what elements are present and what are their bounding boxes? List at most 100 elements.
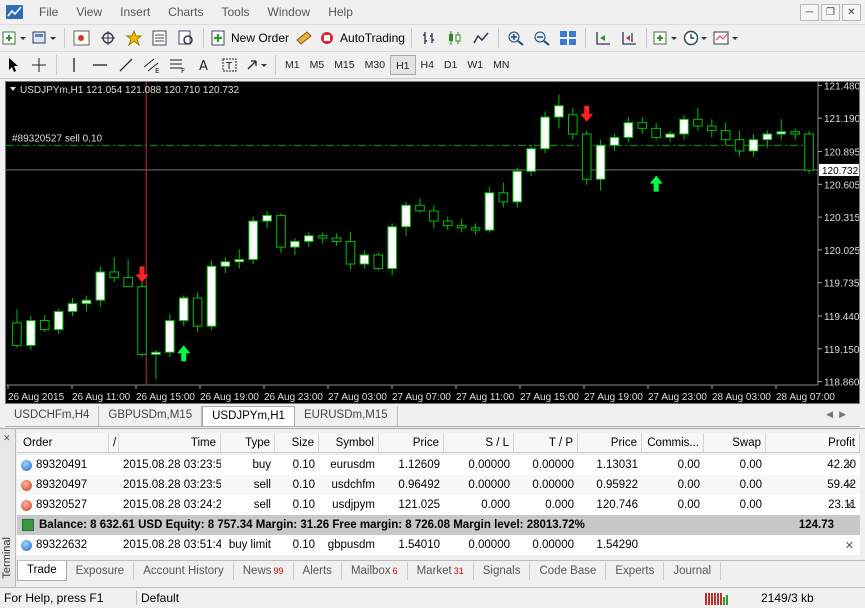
- menu-file[interactable]: File: [30, 5, 67, 19]
- column-header-swap[interactable]: Swap: [704, 432, 766, 453]
- terminal-close-icon[interactable]: ✕: [3, 433, 11, 444]
- minimize-icon[interactable]: ─: [800, 4, 819, 21]
- market-watch-icon[interactable]: [71, 27, 93, 49]
- candle-body[interactable]: [568, 114, 578, 135]
- candle-body[interactable]: [790, 131, 800, 135]
- column-header-time[interactable]: Time: [119, 432, 221, 453]
- candle-body[interactable]: [415, 204, 425, 212]
- candle-body[interactable]: [651, 127, 661, 138]
- timeframe-mn[interactable]: MN: [488, 55, 514, 75]
- candle-body[interactable]: [53, 311, 64, 331]
- close-icon[interactable]: ✕: [842, 4, 861, 21]
- candle-body[interactable]: [345, 240, 356, 265]
- indicators-icon[interactable]: [653, 27, 679, 49]
- tab-signals[interactable]: Signals: [474, 562, 531, 580]
- close-order-icon[interactable]: ✕: [845, 499, 854, 512]
- vertical-line-icon[interactable]: [63, 54, 85, 76]
- candle-body[interactable]: [234, 259, 245, 263]
- tile-windows-icon[interactable]: [557, 27, 579, 49]
- candle-body[interactable]: [442, 220, 453, 227]
- candle-body[interactable]: [540, 116, 550, 150]
- timeframe-h4[interactable]: H4: [416, 55, 439, 75]
- table-row[interactable]: 89320491 2015.08.28 03:23:52 buy 0.10 eurusd…: [17, 455, 860, 475]
- column-header-tp[interactable]: T / P: [514, 432, 578, 453]
- candle-body[interactable]: [331, 237, 342, 242]
- tab-exposure[interactable]: Exposure: [67, 562, 135, 580]
- candle-body[interactable]: [429, 210, 439, 222]
- autotrading-button[interactable]: AutoTrading: [319, 27, 405, 49]
- favorites-star-icon[interactable]: [123, 27, 145, 49]
- candle-body[interactable]: [67, 303, 78, 313]
- menu-window[interactable]: Window: [259, 5, 320, 19]
- candle-body[interactable]: [609, 136, 620, 146]
- candle-body[interactable]: [748, 139, 759, 152]
- text-tool-icon[interactable]: A: [193, 54, 215, 76]
- column-header-current-price[interactable]: Price: [578, 432, 642, 453]
- candle-body[interactable]: [220, 261, 231, 267]
- timeframe-h1[interactable]: H1: [390, 55, 416, 75]
- column-header-commission[interactable]: Commis...: [642, 432, 704, 453]
- candle-body[interactable]: [387, 226, 397, 270]
- chart-background[interactable]: [6, 82, 859, 403]
- candle-body[interactable]: [359, 254, 370, 265]
- templates-icon[interactable]: [713, 27, 739, 49]
- candle-body[interactable]: [192, 297, 203, 327]
- column-header-order[interactable]: Order: [17, 432, 109, 453]
- candle-body[interactable]: [12, 322, 22, 346]
- table-row[interactable]: 89320527 2015.08.28 03:24:26 sell 0.10 usdjp…: [17, 495, 860, 515]
- candle-body[interactable]: [679, 118, 689, 135]
- timeframe-m1[interactable]: M1: [280, 55, 305, 75]
- candle-body[interactable]: [512, 170, 523, 203]
- menu-help[interactable]: Help: [319, 5, 362, 19]
- candle-body[interactable]: [109, 271, 120, 279]
- trendline-icon[interactable]: [115, 54, 137, 76]
- candle-body[interactable]: [776, 131, 787, 135]
- candle-body[interactable]: [581, 133, 592, 180]
- column-header-symbol[interactable]: Symbol: [319, 432, 379, 453]
- chart-tab-gbpusdm-m15[interactable]: GBPUSDm,M15: [99, 406, 203, 426]
- candle-body[interactable]: [706, 125, 717, 132]
- timeframe-d1[interactable]: D1: [439, 55, 462, 75]
- candle-body[interactable]: [317, 235, 328, 239]
- menu-insert[interactable]: Insert: [111, 5, 159, 19]
- candle-body[interactable]: [303, 235, 314, 242]
- timeframe-m5[interactable]: M5: [305, 55, 330, 75]
- tab-code-base[interactable]: Code Base: [530, 562, 607, 580]
- zoom-out-icon[interactable]: [531, 27, 553, 49]
- navigator-icon[interactable]: [149, 27, 171, 49]
- crosshair-icon[interactable]: [97, 27, 119, 49]
- candle-body[interactable]: [206, 265, 217, 327]
- tab-alerts[interactable]: Alerts: [294, 562, 342, 580]
- fibonacci-icon[interactable]: F: [167, 54, 189, 76]
- tab-experts[interactable]: Experts: [606, 562, 665, 580]
- tab-account-history[interactable]: Account History: [134, 562, 234, 580]
- periods-clock-icon[interactable]: [683, 27, 709, 49]
- horizontal-line-icon[interactable]: [89, 54, 111, 76]
- candle-body[interactable]: [484, 192, 495, 231]
- timeframe-m30[interactable]: M30: [360, 55, 390, 75]
- candle-body[interactable]: [762, 133, 773, 141]
- close-order-icon[interactable]: ✕: [845, 539, 854, 552]
- close-order-icon[interactable]: ✕: [845, 459, 854, 472]
- candle-body[interactable]: [470, 227, 481, 231]
- candlestick-icon[interactable]: [444, 27, 466, 49]
- candle-body[interactable]: [665, 133, 675, 138]
- candle-body[interactable]: [81, 299, 92, 305]
- column-header-sort[interactable]: /: [109, 432, 119, 453]
- metaeditor-icon[interactable]: [293, 27, 315, 49]
- table-row[interactable]: 89320497 2015.08.28 03:23:59 sell 0.10 usdch…: [17, 475, 860, 495]
- candle-body[interactable]: [248, 220, 258, 261]
- candle-body[interactable]: [123, 277, 133, 288]
- candle-body[interactable]: [623, 122, 634, 138]
- candle-body[interactable]: [804, 133, 814, 171]
- new-chart-icon[interactable]: [2, 27, 28, 49]
- candle-body[interactable]: [137, 286, 147, 355]
- line-chart-icon[interactable]: [470, 27, 492, 49]
- table-row[interactable]: 89322632 2015.08.28 03:51:49 buy limit 0.10…: [17, 535, 860, 555]
- tab-journal[interactable]: Journal: [664, 562, 722, 580]
- candle-body[interactable]: [498, 192, 509, 203]
- tab-scroll-arrows-icon[interactable]: ◀▶: [826, 409, 852, 420]
- candle-body[interactable]: [526, 148, 536, 172]
- chart-tab-usdjpym-h1[interactable]: USDJPYm,H1: [202, 406, 295, 426]
- price-chart[interactable]: 121.480 121.190 120.895 120.605 120.315 120.0…: [5, 81, 860, 404]
